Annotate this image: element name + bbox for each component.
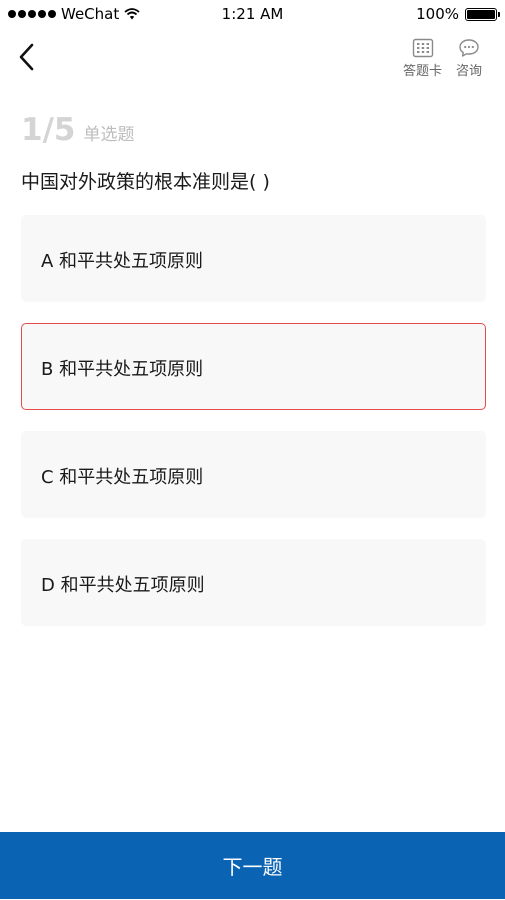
grid-card-icon <box>412 38 433 58</box>
option-b[interactable]: B 和平共处五项原则 <box>21 323 486 410</box>
question-text: 中国对外政策的根本准则是( ) <box>21 171 270 193</box>
question-type: 单选题 <box>83 125 135 145</box>
option-d[interactable]: D 和平共处五项原则 <box>21 539 486 626</box>
option-label: C 和平共处五项原则 <box>41 467 204 488</box>
question-progress: 1/5 单选题 <box>21 112 134 148</box>
chevron-left-icon <box>19 43 34 71</box>
option-label: D 和平共处五项原则 <box>41 575 205 596</box>
progress-counter: 1/5 <box>21 112 76 148</box>
back-button[interactable] <box>14 40 42 74</box>
consult-label: 咨询 <box>456 64 483 79</box>
option-label: B 和平共处五项原则 <box>41 359 204 380</box>
battery-percent: 100% <box>416 5 459 23</box>
nav-bar: 答题卡 咨询 <box>0 30 505 86</box>
option-c[interactable]: C 和平共处五项原则 <box>21 431 486 518</box>
next-question-button[interactable]: 下一题 <box>0 832 505 899</box>
battery-icon <box>465 7 500 21</box>
answer-card-button[interactable]: 答题卡 <box>403 38 442 79</box>
answer-card-label: 答题卡 <box>403 64 443 79</box>
chat-bubble-icon <box>459 39 479 57</box>
status-bar: WeChat 1:21 AM 100% <box>0 0 505 28</box>
option-label: A 和平共处五项原则 <box>41 251 204 272</box>
status-right: 100% <box>416 5 500 23</box>
option-a[interactable]: A 和平共处五项原则 <box>21 215 486 302</box>
consult-button[interactable]: 咨询 <box>456 38 482 79</box>
